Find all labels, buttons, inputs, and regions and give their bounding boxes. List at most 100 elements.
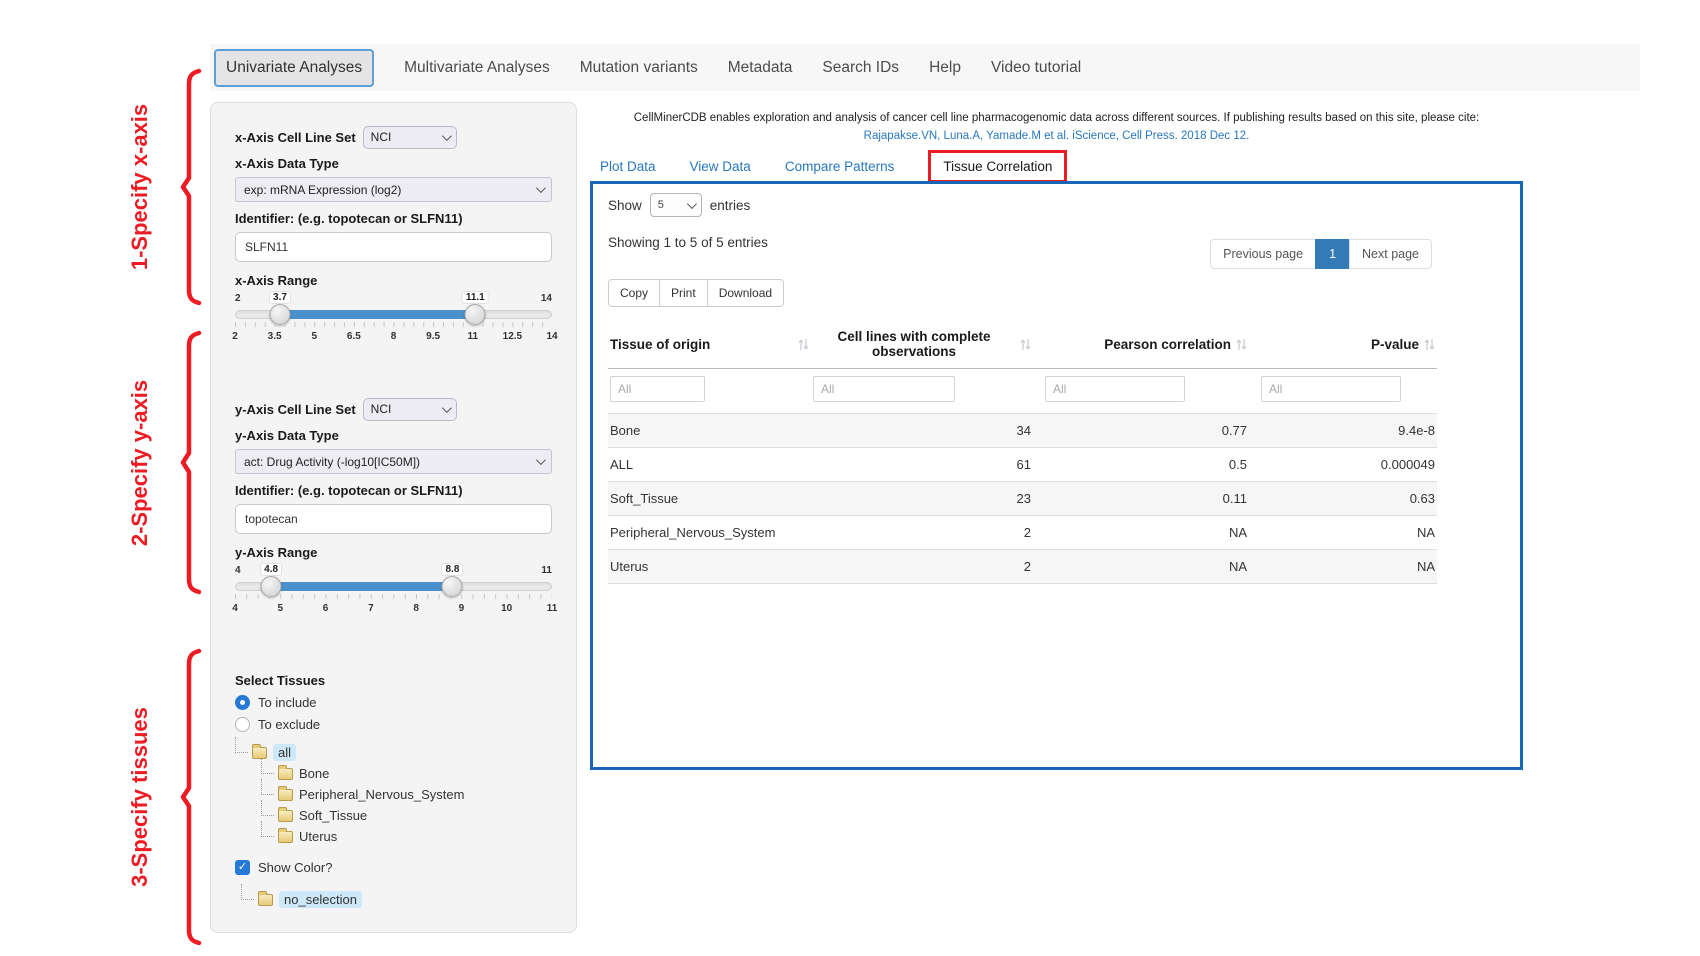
x-data-type-value: exp: mRNA Expression (log2)	[244, 183, 401, 197]
y-data-type-select[interactable]: act: Drug Activity (-log10[IC50M])	[235, 449, 552, 474]
x-range-slider: 2 3.7 11.1 14 2 3.5 5 6.5 8 9.5 11 12.5 …	[235, 293, 552, 351]
tree-node-all-label: all	[273, 744, 296, 761]
column-header-p-value[interactable]: P-value	[1249, 320, 1437, 369]
annotation-step3: 3-Specify tissues	[92, 648, 188, 946]
show-color-checkbox[interactable]: ✓	[235, 860, 250, 875]
x-range-label: x-Axis Range	[235, 273, 552, 288]
column-header-pearson-correlation[interactable]: Pearson correlation	[1033, 320, 1249, 369]
table-row[interactable]: Peripheral_Nervous_System 2 NA NA	[608, 516, 1437, 550]
select-tissues-title: Select Tissues	[235, 673, 552, 688]
x-range-min: 2	[235, 293, 241, 304]
table-row[interactable]: ALL 61 0.5 0.000049	[608, 448, 1437, 482]
table-row[interactable]: Uterus 2 NA NA	[608, 550, 1437, 584]
annotation-brace-2	[178, 330, 204, 595]
settings-sidebar: x-Axis Cell Line Set NCI x-Axis Data Typ…	[210, 102, 577, 933]
y-tick: 11	[547, 603, 558, 614]
copy-button[interactable]: Copy	[608, 279, 660, 307]
x-tick: 3.5	[268, 331, 282, 342]
sort-icon[interactable]	[798, 338, 809, 351]
citation-link[interactable]: Rajapakse.VN, Luna.A, Yamade.M et al. iS…	[590, 130, 1523, 142]
x-cell-line-set-label: x-Axis Cell Line Set	[235, 130, 356, 145]
page-number-button[interactable]: 1	[1315, 239, 1350, 269]
filter-input-tissue[interactable]	[610, 376, 705, 402]
y-cell-line-set-select[interactable]: NCI	[363, 398, 457, 421]
nav-tab-help[interactable]: Help	[929, 59, 961, 77]
tree-node-all[interactable]: all	[235, 742, 552, 763]
nav-tab-univariate-analyses[interactable]: Univariate Analyses	[214, 49, 374, 87]
table-row[interactable]: Soft_Tissue 23 0.11 0.63	[608, 482, 1437, 516]
annotation-step1: 1-Specify x-axis	[92, 68, 188, 306]
tree-node-pns-label: Peripheral_Nervous_System	[299, 787, 464, 802]
nav-tab-multivariate-analyses[interactable]: Multivariate Analyses	[404, 59, 550, 77]
chevron-down-icon	[536, 183, 546, 193]
tree-node-bone-label: Bone	[299, 766, 329, 781]
x-cell-line-set-select[interactable]: NCI	[363, 126, 457, 149]
sort-icon[interactable]	[1020, 338, 1031, 351]
chevron-down-icon	[442, 131, 452, 141]
include-radio-label: To include	[258, 695, 317, 710]
x-tick: 11	[467, 331, 478, 342]
y-data-type-label: y-Axis Data Type	[235, 428, 552, 443]
include-radio[interactable]	[235, 695, 250, 710]
app-navbar: Univariate Analyses Multivariate Analyse…	[210, 44, 1640, 91]
print-button[interactable]: Print	[659, 279, 708, 307]
tree-node-peripheral-nervous-system[interactable]: Peripheral_Nervous_System	[261, 784, 552, 805]
x-tick: 14	[546, 331, 557, 342]
selection-tree: no_selection	[241, 889, 552, 910]
annotation-brace-1	[178, 68, 204, 306]
tab-tissue-correlation[interactable]: Tissue Correlation	[928, 150, 1067, 183]
annotation-brace-3	[178, 648, 204, 946]
tree-connector	[261, 779, 274, 795]
folder-icon	[278, 768, 293, 780]
y-range-selected-bar	[271, 582, 452, 591]
include-radio-row[interactable]: To include	[235, 695, 552, 710]
show-color-row[interactable]: ✓ Show Color?	[235, 860, 552, 875]
x-tick: 6.5	[347, 331, 361, 342]
tab-plot-data[interactable]: Plot Data	[600, 159, 656, 174]
y-range-min: 4	[235, 565, 241, 576]
exclude-radio-row[interactable]: To exclude	[235, 717, 552, 732]
y-cell-line-set-label: y-Axis Cell Line Set	[235, 402, 356, 417]
exclude-radio-label: To exclude	[258, 717, 320, 732]
x-range-low-value: 3.7	[269, 291, 291, 304]
filter-input-cell-lines[interactable]	[813, 376, 955, 402]
y-tick: 5	[278, 603, 284, 614]
tissue-correlation-table: Tissue of origin Cell lines with complet…	[608, 320, 1437, 584]
next-page-button[interactable]: Next page	[1349, 239, 1432, 269]
x-identifier-input[interactable]	[235, 232, 552, 262]
nav-tab-mutation-variants[interactable]: Mutation variants	[580, 59, 698, 77]
y-range-tick-labels: 4 5 6 7 8 9 10 11	[235, 603, 552, 617]
exclude-radio[interactable]	[235, 717, 250, 732]
x-data-type-label: x-Axis Data Type	[235, 156, 552, 171]
folder-icon	[278, 789, 293, 801]
sort-icon[interactable]	[1424, 338, 1435, 351]
y-data-type-value: act: Drug Activity (-log10[IC50M])	[244, 455, 420, 469]
tree-node-soft-tissue[interactable]: Soft_Tissue	[261, 805, 552, 826]
tab-compare-patterns[interactable]: Compare Patterns	[785, 159, 895, 174]
nav-tab-search-ids[interactable]: Search IDs	[822, 59, 899, 77]
tree-node-bone[interactable]: Bone	[261, 763, 552, 784]
entries-count-value: 5	[658, 199, 664, 211]
tree-node-uterus[interactable]: Uterus	[261, 826, 552, 847]
tree-connector	[235, 737, 248, 753]
column-header-cell-lines[interactable]: Cell lines with complete observations	[811, 320, 1033, 369]
sort-icon[interactable]	[1236, 338, 1247, 351]
previous-page-button[interactable]: Previous page	[1210, 239, 1316, 269]
entries-count-select[interactable]: 5	[650, 193, 702, 217]
x-tick: 9.5	[426, 331, 440, 342]
nav-tab-metadata[interactable]: Metadata	[728, 59, 793, 77]
tissue-tree: all Bone Peripheral_Nervous_System Soft_…	[235, 742, 552, 847]
tree-node-no-selection[interactable]: no_selection	[241, 889, 552, 910]
table-row[interactable]: Bone 34 0.77 9.4e-8	[608, 414, 1437, 448]
filter-input-pearson[interactable]	[1045, 376, 1185, 402]
tab-view-data[interactable]: View Data	[690, 159, 751, 174]
chevron-down-icon	[687, 199, 697, 209]
filter-input-p-value[interactable]	[1261, 376, 1401, 402]
annotation-step2: 2-Specify y-axis	[92, 330, 188, 595]
column-header-tissue-of-origin[interactable]: Tissue of origin	[608, 320, 811, 369]
x-range-tick-labels: 2 3.5 5 6.5 8 9.5 11 12.5 14	[235, 331, 552, 345]
nav-tab-video-tutorial[interactable]: Video tutorial	[991, 59, 1081, 77]
y-identifier-input[interactable]	[235, 504, 552, 534]
x-data-type-select[interactable]: exp: mRNA Expression (log2)	[235, 177, 552, 202]
download-button[interactable]: Download	[707, 279, 784, 307]
